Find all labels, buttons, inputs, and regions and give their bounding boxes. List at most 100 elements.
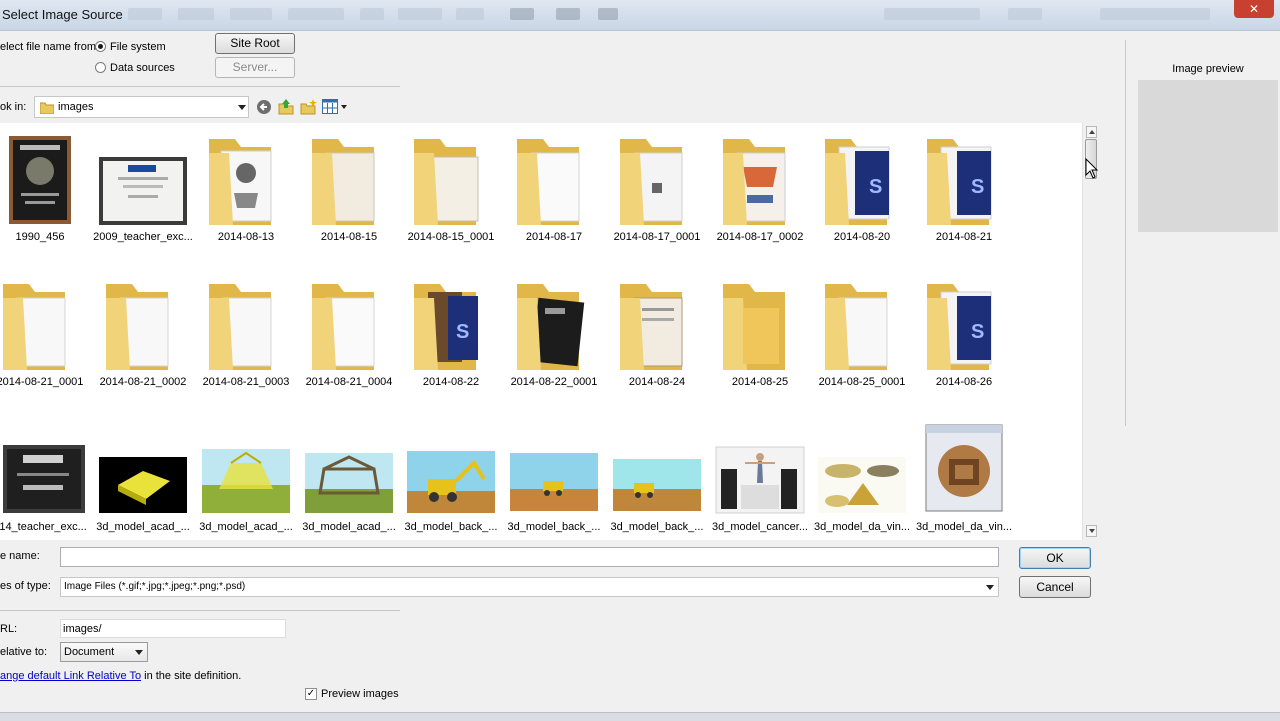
relative-value: Document: [64, 646, 115, 658]
file-name: 3d_model_da_vin...: [915, 521, 1012, 533]
file-name: 3d_model_da_vin...: [813, 521, 910, 533]
lookin-label: ok in:: [0, 101, 27, 113]
file-item[interactable]: 2014-08-13: [195, 129, 297, 259]
file-item[interactable]: 1990_456: [0, 129, 91, 259]
folder-icon: [620, 139, 683, 225]
preview-images-toggle[interactable]: ✓ Preview images: [305, 688, 405, 702]
file-item[interactable]: 3d_model_acad_...: [195, 419, 297, 540]
window-title: Select Image Source: [2, 7, 123, 22]
server-button[interactable]: Server...: [215, 57, 295, 78]
background-icon-blur: [598, 8, 618, 20]
url-input[interactable]: images/: [60, 619, 286, 638]
change-default-link[interactable]: ange default Link Relative To: [0, 670, 141, 682]
file-item[interactable]: 3d_model_acad_...: [298, 419, 400, 540]
file-item[interactable]: 3d_model_da_vin...: [811, 419, 913, 540]
filetype-label: es of type:: [0, 580, 51, 592]
chevron-up-icon: [1089, 130, 1095, 134]
scroll-up-button[interactable]: [1086, 126, 1097, 138]
file-item[interactable]: 3d_model_back_...: [606, 419, 708, 540]
file-item[interactable]: 2014-08-25_0001: [811, 274, 913, 404]
file-name: 2014-08-21_0003: [202, 376, 290, 388]
radio-file-system-label: File system: [110, 41, 166, 53]
svg-text:S: S: [869, 176, 882, 198]
file-item[interactable]: 2014-08-15: [298, 129, 400, 259]
filetype-dropdown[interactable]: Image Files (*.gif;*.jpg;*.jpeg;*.png;*.…: [60, 577, 999, 597]
file-item[interactable]: 2014-08-22_0001: [503, 274, 605, 404]
url-label: RL:: [0, 623, 18, 635]
file-name: 014_teacher_exc...: [0, 521, 87, 533]
vertical-scrollbar[interactable]: [1082, 123, 1100, 540]
view-menu-button[interactable]: [322, 99, 350, 115]
file-item[interactable]: 3d_model_back_...: [400, 419, 502, 540]
file-item[interactable]: 2014-08-21_0003: [195, 274, 297, 404]
file-name: 2014-08-21_0002: [99, 376, 187, 388]
relative-label: elative to:: [0, 646, 48, 658]
file-item[interactable]: 3d_model_cancer...: [709, 419, 811, 540]
background-menu-blur: [178, 8, 214, 20]
file-item[interactable]: 3d_model_back_...: [503, 419, 605, 540]
file-item[interactable]: 2014-08-24: [606, 274, 708, 404]
file-item[interactable]: 2014-08-15_0001: [400, 129, 502, 259]
file-name: 2014-08-17_0001: [613, 231, 701, 243]
background-menu-blur: [1100, 8, 1210, 20]
folder-icon: [106, 284, 169, 370]
file-item[interactable]: S 2014-08-26: [913, 274, 1015, 404]
background-menu-blur: [884, 8, 980, 20]
folder-icon: [620, 284, 683, 370]
relative-dropdown[interactable]: Document: [60, 642, 148, 662]
site-root-button[interactable]: Site Root: [215, 33, 295, 54]
chevron-down-icon: [341, 105, 347, 109]
file-item[interactable]: 2009_teacher_exc...: [92, 129, 194, 259]
file-item[interactable]: 2014-08-25: [709, 274, 811, 404]
folder-icon: [517, 284, 585, 370]
scroll-down-button[interactable]: [1086, 525, 1097, 537]
radio-dot[interactable]: [95, 62, 106, 73]
file-item[interactable]: S 2014-08-22: [400, 274, 502, 404]
file-list[interactable]: 1990_456 2009_teacher_exc... 2014-08-13 …: [0, 123, 1082, 540]
radio-data-sources-label: Data sources: [110, 62, 175, 74]
file-item[interactable]: 3d_model_da_vin...: [913, 419, 1015, 540]
file-name: 2014-08-21: [935, 231, 993, 243]
file-name: 3d_model_acad_...: [199, 521, 293, 533]
cancel-button[interactable]: Cancel: [1019, 576, 1091, 598]
chevron-down-icon: [135, 650, 143, 655]
file-item[interactable]: S 2014-08-20: [811, 129, 913, 259]
lookin-value: images: [58, 101, 94, 113]
file-name: 2014-08-22: [422, 376, 480, 388]
close-button[interactable]: ✕: [1234, 0, 1274, 18]
file-item[interactable]: 014_teacher_exc...: [0, 419, 91, 540]
view-grid-icon: [322, 99, 338, 114]
file-item[interactable]: 2014-08-21_0001: [0, 274, 91, 404]
file-item[interactable]: S 2014-08-21: [913, 129, 1015, 259]
file-name: 2014-08-26: [935, 376, 993, 388]
file-item[interactable]: 3d_model_acad_...: [92, 419, 194, 540]
file-item[interactable]: 2014-08-17_0002: [709, 129, 811, 259]
svg-text:S: S: [456, 321, 469, 343]
file-item[interactable]: 2014-08-21_0004: [298, 274, 400, 404]
file-item[interactable]: 2014-08-21_0002: [92, 274, 194, 404]
file-name: 3d_model_back_...: [404, 521, 498, 533]
folder-icon: [723, 139, 786, 225]
filename-input[interactable]: [60, 547, 999, 567]
file-name: 2014-08-25_0001: [818, 376, 906, 388]
folder-icon: [3, 284, 66, 370]
file-name: 2014-08-21_0001: [0, 376, 84, 388]
file-item[interactable]: 2014-08-17: [503, 129, 605, 259]
back-icon[interactable]: [256, 99, 272, 115]
filename-label: e name:: [0, 550, 40, 562]
preview-images-checkbox[interactable]: ✓: [305, 688, 317, 700]
file-name: 2014-08-24: [628, 376, 686, 388]
radio-dot[interactable]: [95, 41, 106, 52]
up-folder-icon[interactable]: [278, 98, 294, 115]
svg-text:S: S: [971, 321, 984, 343]
background-icon-blur: [556, 8, 580, 20]
divider: [0, 610, 400, 611]
filetype-value: Image Files (*.gif;*.jpg;*.jpeg;*.png;*.…: [64, 581, 246, 592]
folder-psd-icon: S: [414, 284, 478, 370]
ok-button[interactable]: OK: [1019, 547, 1091, 569]
lookin-dropdown[interactable]: images: [34, 96, 249, 118]
new-folder-icon[interactable]: [300, 98, 317, 115]
background-menu-blur: [1008, 8, 1042, 20]
file-item[interactable]: 2014-08-17_0001: [606, 129, 708, 259]
folder-icon: [209, 284, 272, 370]
